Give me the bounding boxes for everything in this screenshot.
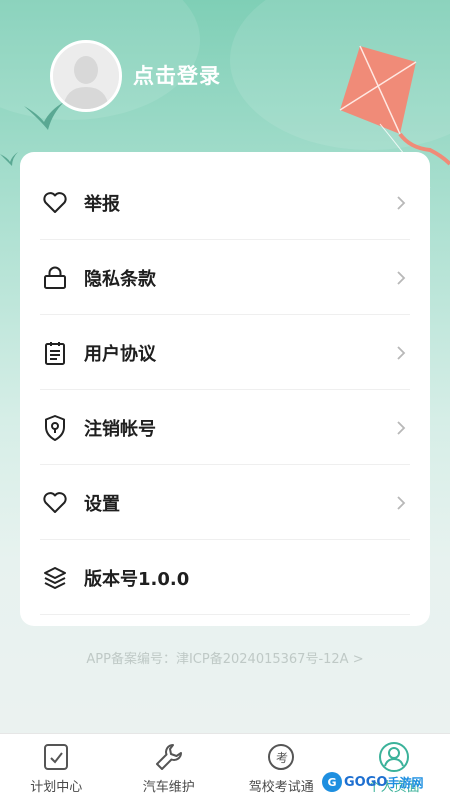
chevron-right-icon xyxy=(397,345,406,360)
wrench-icon xyxy=(153,741,185,773)
settings-menu-card: 举报 隐私条款 用户协议 注销帐号 设置 版本号1.0.0 xyxy=(20,152,430,626)
tab-label: 计划中心 xyxy=(30,780,83,795)
person-icon xyxy=(378,741,410,773)
watermark-logo-icon: G xyxy=(322,772,342,792)
tab-label: 汽车维护 xyxy=(142,780,195,795)
watermark: G GOGO 手游网 xyxy=(322,770,423,794)
watermark-text: GOGO xyxy=(344,774,388,790)
default-avatar-icon xyxy=(53,43,119,109)
shield-keyhole-icon xyxy=(40,413,70,443)
clipboard-icon xyxy=(40,338,70,368)
menu-item-report[interactable]: 举报 xyxy=(40,165,410,240)
tab-label: 驾校考试通 xyxy=(248,780,314,795)
icp-record-link[interactable]: APP备案编号：津ICP备2024015367号-12A > xyxy=(0,648,450,667)
menu-item-settings[interactable]: 设置 xyxy=(40,465,410,540)
menu-item-user-agreement[interactable]: 用户协议 xyxy=(40,315,410,390)
tab-plan-center[interactable]: 计划中心 xyxy=(0,734,113,800)
menu-item-label: 用户协议 xyxy=(84,343,156,365)
chevron-right-icon xyxy=(397,270,406,285)
menu-item-label: 设置 xyxy=(84,493,120,515)
exam-icon: 考 xyxy=(265,741,297,773)
bird-icon xyxy=(24,102,64,130)
chevron-right-icon xyxy=(397,195,406,210)
chevron-right-icon xyxy=(397,495,406,510)
menu-item-delete-account[interactable]: 注销帐号 xyxy=(40,390,410,465)
version-label: 版本号1.0.0 xyxy=(84,568,190,590)
svg-text:考: 考 xyxy=(276,751,288,765)
layers-icon xyxy=(40,563,70,593)
login-link[interactable]: 点击登录 xyxy=(133,60,221,90)
menu-item-label: 举报 xyxy=(84,193,120,215)
tab-car-maintenance[interactable]: 汽车维护 xyxy=(113,734,226,800)
plan-check-icon xyxy=(40,741,72,773)
menu-item-privacy[interactable]: 隐私条款 xyxy=(40,240,410,315)
tab-driving-exam[interactable]: 考 驾校考试通 xyxy=(225,734,338,800)
lock-icon xyxy=(40,263,70,293)
heart-icon xyxy=(40,488,70,518)
menu-item-label: 隐私条款 xyxy=(84,268,156,290)
heart-icon xyxy=(40,188,70,218)
avatar[interactable] xyxy=(50,40,122,112)
menu-item-version: 版本号1.0.0 xyxy=(40,540,410,615)
bird-icon xyxy=(0,152,18,166)
watermark-sub: 手游网 xyxy=(387,775,424,790)
chevron-right-icon xyxy=(397,420,406,435)
menu-item-label: 注销帐号 xyxy=(84,418,156,440)
